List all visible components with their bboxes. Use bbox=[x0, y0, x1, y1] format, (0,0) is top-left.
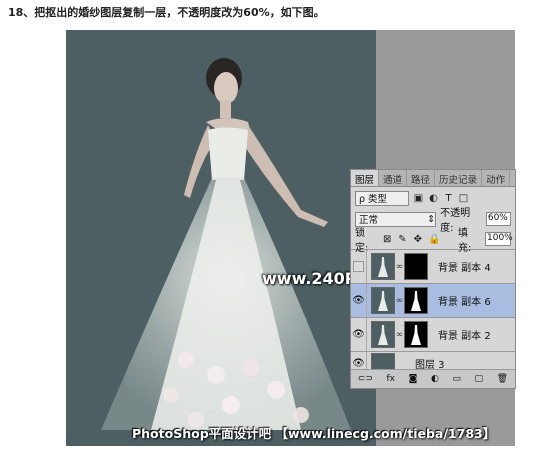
layer-mask-thumbnail[interactable] bbox=[404, 321, 428, 348]
filter-row: ρ 类型 ▣ ◐ T □ bbox=[351, 187, 515, 209]
opacity-input[interactable]: 60% bbox=[485, 212, 511, 226]
layers-panel: 图层 通道 路径 历史记录 动作 ρ 类型 ▣ ◐ T □ 正常 ⇕ 不透明度:… bbox=[350, 169, 516, 389]
layer-name[interactable]: 背景 副本 2 bbox=[438, 327, 491, 342]
adjustment-filter-icon[interactable]: ◐ bbox=[428, 193, 439, 204]
tab-history[interactable]: 历史记录 bbox=[435, 170, 483, 186]
tab-actions[interactable]: 动作 bbox=[482, 170, 511, 186]
link-icon[interactable]: ⊂⊃ bbox=[358, 374, 373, 384]
tab-layers[interactable]: 图层 bbox=[351, 170, 380, 186]
mask-icon[interactable]: ◙ bbox=[409, 374, 418, 384]
layer-thumbnail bbox=[371, 287, 395, 314]
trash-icon[interactable]: 🗑 bbox=[497, 374, 508, 384]
chevron-down-icon: ⇕ bbox=[427, 213, 436, 225]
layer-name[interactable]: 背景 副本 6 bbox=[438, 293, 491, 308]
lock-all-icon[interactable]: 🔒 bbox=[428, 234, 440, 245]
panel-footer: ⊂⊃ fx ◙ ◐ ▭ ▢ 🗑 bbox=[351, 369, 515, 388]
adjustment-icon[interactable]: ◐ bbox=[431, 374, 439, 384]
visibility-toggle[interactable] bbox=[351, 250, 367, 283]
fx-icon[interactable]: fx bbox=[387, 374, 396, 384]
tab-channels[interactable]: 通道 bbox=[379, 170, 408, 186]
layer-thumbnail bbox=[371, 321, 395, 348]
eye-icon: 👁 bbox=[352, 329, 365, 340]
layer-mask-thumbnail[interactable] bbox=[404, 253, 428, 280]
eye-icon: 👁 bbox=[352, 357, 365, 369]
layer-row-selected[interactable]: 👁 ∞ 背景 副本 6 bbox=[351, 284, 515, 318]
chain-icon[interactable]: ∞ bbox=[395, 330, 404, 340]
shape-filter-icon[interactable]: □ bbox=[458, 193, 469, 204]
type-filter-icon[interactable]: T bbox=[443, 193, 454, 204]
layer-row[interactable]: 👁 ∞ 背景 副本 2 bbox=[351, 318, 515, 352]
lock-move-icon[interactable]: ✥ bbox=[413, 234, 423, 245]
visibility-toggle[interactable]: 👁 bbox=[351, 318, 367, 351]
layer-mask-thumbnail[interactable] bbox=[404, 287, 428, 314]
tab-paths[interactable]: 路径 bbox=[407, 170, 436, 186]
eye-icon: 👁 bbox=[352, 295, 365, 306]
photo-canvas: www.240PS.com bbox=[66, 30, 376, 446]
visibility-toggle[interactable]: 👁 bbox=[351, 284, 367, 317]
lock-transparent-icon[interactable]: ⊠ bbox=[382, 234, 392, 245]
fill-input[interactable]: 100% bbox=[485, 232, 513, 246]
image-filter-icon[interactable]: ▣ bbox=[413, 193, 424, 204]
new-layer-icon[interactable]: ▢ bbox=[475, 374, 484, 384]
group-icon[interactable]: ▭ bbox=[452, 374, 461, 384]
lock-row: 锁定: ⊠ ✎ ✥ 🔒 填充: 100% bbox=[351, 228, 515, 254]
hidden-box-icon bbox=[353, 261, 364, 272]
layer-row[interactable]: ∞ 背景 副本 4 bbox=[351, 250, 515, 284]
step-caption: 18、把抠出的婚纱图层复制一层，不透明度改为60%，如下图。 bbox=[8, 6, 325, 19]
bride-photo bbox=[101, 58, 351, 430]
watermark-footer: PhotoShop平面设计吧 【www.linecg.com/tieba/178… bbox=[132, 426, 496, 441]
chain-icon[interactable]: ∞ bbox=[395, 296, 404, 306]
layer-thumbnail bbox=[371, 253, 395, 280]
layer-name[interactable]: 背景 副本 4 bbox=[438, 259, 491, 274]
chain-icon[interactable]: ∞ bbox=[395, 262, 404, 272]
panel-tabs: 图层 通道 路径 历史记录 动作 bbox=[351, 170, 515, 187]
lock-brush-icon[interactable]: ✎ bbox=[397, 234, 407, 245]
kind-filter-select[interactable]: ρ 类型 bbox=[355, 190, 409, 206]
